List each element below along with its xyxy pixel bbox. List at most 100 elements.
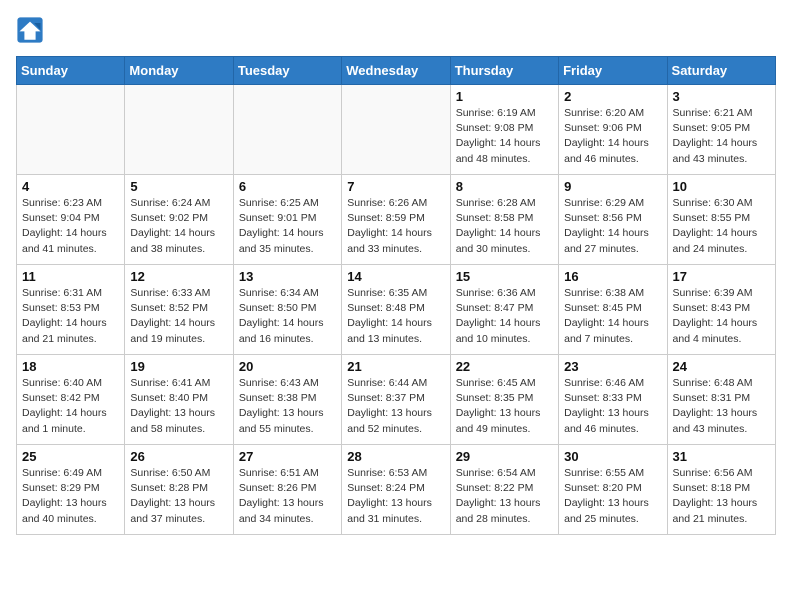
calendar-cell: 20 Sunrise: 6:43 AMSunset: 8:38 PMDayligh… [233,355,341,445]
calendar-cell: 21Sunrise: 6:44 AMSunset: 8:37 PMDayligh… [342,355,450,445]
day-number: 26 [130,449,227,464]
day-info: Sunrise: 6:19 AMSunset: 9:08 PMDaylight:… [456,106,553,167]
day-info: Sunrise: 6:36 AMSunset: 8:47 PMDaylight:… [456,286,553,347]
calendar-cell: 24Sunrise: 6:48 AMSunset: 8:31 PMDayligh… [667,355,775,445]
calendar-cell: 25Sunrise: 6:49 AMSunset: 8:29 PMDayligh… [17,445,125,535]
day-number: 28 [347,449,444,464]
day-number: 21 [347,359,444,374]
day-info: Sunrise: 6:43 AMSunset: 8:38 PMDaylight:… [239,376,336,437]
calendar-cell [342,85,450,175]
calendar-cell: 5 Sunrise: 6:24 AMSunset: 9:02 PMDaylight… [125,175,233,265]
day-info: Sunrise: 6:24 AMSunset: 9:02 PMDaylight:… [130,196,227,257]
day-number: 5 [130,179,227,194]
day-info: Sunrise: 6:23 AMSunset: 9:04 PMDaylight:… [22,196,119,257]
calendar-cell: 22 Sunrise: 6:45 AMSunset: 8:35 PMDayligh… [450,355,558,445]
day-number: 9 [564,179,661,194]
day-info: Sunrise: 6:54 AMSunset: 8:22 PMDaylight:… [456,466,553,527]
day-info: Sunrise: 6:35 AMSunset: 8:48 PMDaylight:… [347,286,444,347]
calendar-cell [233,85,341,175]
day-info: Sunrise: 6:28 AMSunset: 8:58 PMDaylight:… [456,196,553,257]
day-number: 30 [564,449,661,464]
calendar-cell: 26 Sunrise: 6:50 AMSunset: 8:28 PMDayligh… [125,445,233,535]
calendar-cell: 31 Sunrise: 6:56 AMSunset: 8:18 PMDayligh… [667,445,775,535]
day-number: 6 [239,179,336,194]
calendar-cell: 12 Sunrise: 6:33 AMSunset: 8:52 PMDayligh… [125,265,233,355]
day-info: Sunrise: 6:53 AMSunset: 8:24 PMDaylight:… [347,466,444,527]
calendar-week-4: 18Sunrise: 6:40 AMSunset: 8:42 PMDayligh… [17,355,776,445]
day-number: 10 [673,179,770,194]
calendar-cell: 19 Sunrise: 6:41 AMSunset: 8:40 PMDayligh… [125,355,233,445]
calendar-cell: 8 Sunrise: 6:28 AMSunset: 8:58 PMDaylight… [450,175,558,265]
day-number: 20 [239,359,336,374]
calendar-cell: 1 Sunrise: 6:19 AMSunset: 9:08 PMDaylight… [450,85,558,175]
day-info: Sunrise: 6:20 AMSunset: 9:06 PMDaylight:… [564,106,661,167]
calendar-cell: 4 Sunrise: 6:23 AMSunset: 9:04 PMDaylight… [17,175,125,265]
day-number: 4 [22,179,119,194]
calendar-cell: 16Sunrise: 6:38 AMSunset: 8:45 PMDayligh… [559,265,667,355]
col-header-thursday: Thursday [450,57,558,85]
calendar-cell: 23 Sunrise: 6:46 AMSunset: 8:33 PMDayligh… [559,355,667,445]
calendar-week-5: 25Sunrise: 6:49 AMSunset: 8:29 PMDayligh… [17,445,776,535]
calendar-week-3: 11 Sunrise: 6:31 AMSunset: 8:53 PMDayligh… [17,265,776,355]
day-number: 22 [456,359,553,374]
calendar-cell: 18Sunrise: 6:40 AMSunset: 8:42 PMDayligh… [17,355,125,445]
calendar-table: SundayMondayTuesdayWednesdayThursdayFrid… [16,56,776,535]
day-info: Sunrise: 6:25 AMSunset: 9:01 PMDaylight:… [239,196,336,257]
day-info: Sunrise: 6:21 AMSunset: 9:05 PMDaylight:… [673,106,770,167]
calendar-cell: 17Sunrise: 6:39 AMSunset: 8:43 PMDayligh… [667,265,775,355]
calendar-cell: 27Sunrise: 6:51 AMSunset: 8:26 PMDayligh… [233,445,341,535]
col-header-monday: Monday [125,57,233,85]
page-header [16,16,776,44]
calendar-cell: 11 Sunrise: 6:31 AMSunset: 8:53 PMDayligh… [17,265,125,355]
col-header-sunday: Sunday [17,57,125,85]
day-number: 15 [456,269,553,284]
day-number: 24 [673,359,770,374]
calendar-cell: 10 Sunrise: 6:30 AMSunset: 8:55 PMDayligh… [667,175,775,265]
calendar-cell: 13Sunrise: 6:34 AMSunset: 8:50 PMDayligh… [233,265,341,355]
day-number: 14 [347,269,444,284]
calendar-cell [17,85,125,175]
day-number: 17 [673,269,770,284]
calendar-cell: 3Sunrise: 6:21 AMSunset: 9:05 PMDaylight… [667,85,775,175]
day-number: 13 [239,269,336,284]
logo [16,16,48,44]
calendar-week-2: 4 Sunrise: 6:23 AMSunset: 9:04 PMDaylight… [17,175,776,265]
logo-icon [16,16,44,44]
day-info: Sunrise: 6:31 AMSunset: 8:53 PMDaylight:… [22,286,119,347]
calendar-cell: 9 Sunrise: 6:29 AMSunset: 8:56 PMDaylight… [559,175,667,265]
col-header-friday: Friday [559,57,667,85]
day-info: Sunrise: 6:56 AMSunset: 8:18 PMDaylight:… [673,466,770,527]
day-info: Sunrise: 6:46 AMSunset: 8:33 PMDaylight:… [564,376,661,437]
calendar-week-1: 1 Sunrise: 6:19 AMSunset: 9:08 PMDaylight… [17,85,776,175]
day-info: Sunrise: 6:33 AMSunset: 8:52 PMDaylight:… [130,286,227,347]
calendar-cell: 28 Sunrise: 6:53 AMSunset: 8:24 PMDayligh… [342,445,450,535]
day-number: 7 [347,179,444,194]
calendar-cell: 7 Sunrise: 6:26 AMSunset: 8:59 PMDaylight… [342,175,450,265]
calendar-cell: 15 Sunrise: 6:36 AMSunset: 8:47 PMDayligh… [450,265,558,355]
col-header-saturday: Saturday [667,57,775,85]
day-info: Sunrise: 6:45 AMSunset: 8:35 PMDaylight:… [456,376,553,437]
day-info: Sunrise: 6:26 AMSunset: 8:59 PMDaylight:… [347,196,444,257]
day-number: 25 [22,449,119,464]
day-info: Sunrise: 6:38 AMSunset: 8:45 PMDaylight:… [564,286,661,347]
day-number: 19 [130,359,227,374]
day-number: 18 [22,359,119,374]
day-info: Sunrise: 6:41 AMSunset: 8:40 PMDaylight:… [130,376,227,437]
day-info: Sunrise: 6:51 AMSunset: 8:26 PMDaylight:… [239,466,336,527]
day-number: 31 [673,449,770,464]
col-header-wednesday: Wednesday [342,57,450,85]
day-number: 12 [130,269,227,284]
day-info: Sunrise: 6:30 AMSunset: 8:55 PMDaylight:… [673,196,770,257]
day-number: 1 [456,89,553,104]
day-number: 8 [456,179,553,194]
day-info: Sunrise: 6:55 AMSunset: 8:20 PMDaylight:… [564,466,661,527]
day-number: 23 [564,359,661,374]
calendar-cell: 2 Sunrise: 6:20 AMSunset: 9:06 PMDaylight… [559,85,667,175]
calendar-cell: 14 Sunrise: 6:35 AMSunset: 8:48 PMDayligh… [342,265,450,355]
day-number: 29 [456,449,553,464]
day-info: Sunrise: 6:50 AMSunset: 8:28 PMDaylight:… [130,466,227,527]
day-number: 2 [564,89,661,104]
day-number: 11 [22,269,119,284]
col-header-tuesday: Tuesday [233,57,341,85]
day-info: Sunrise: 6:29 AMSunset: 8:56 PMDaylight:… [564,196,661,257]
